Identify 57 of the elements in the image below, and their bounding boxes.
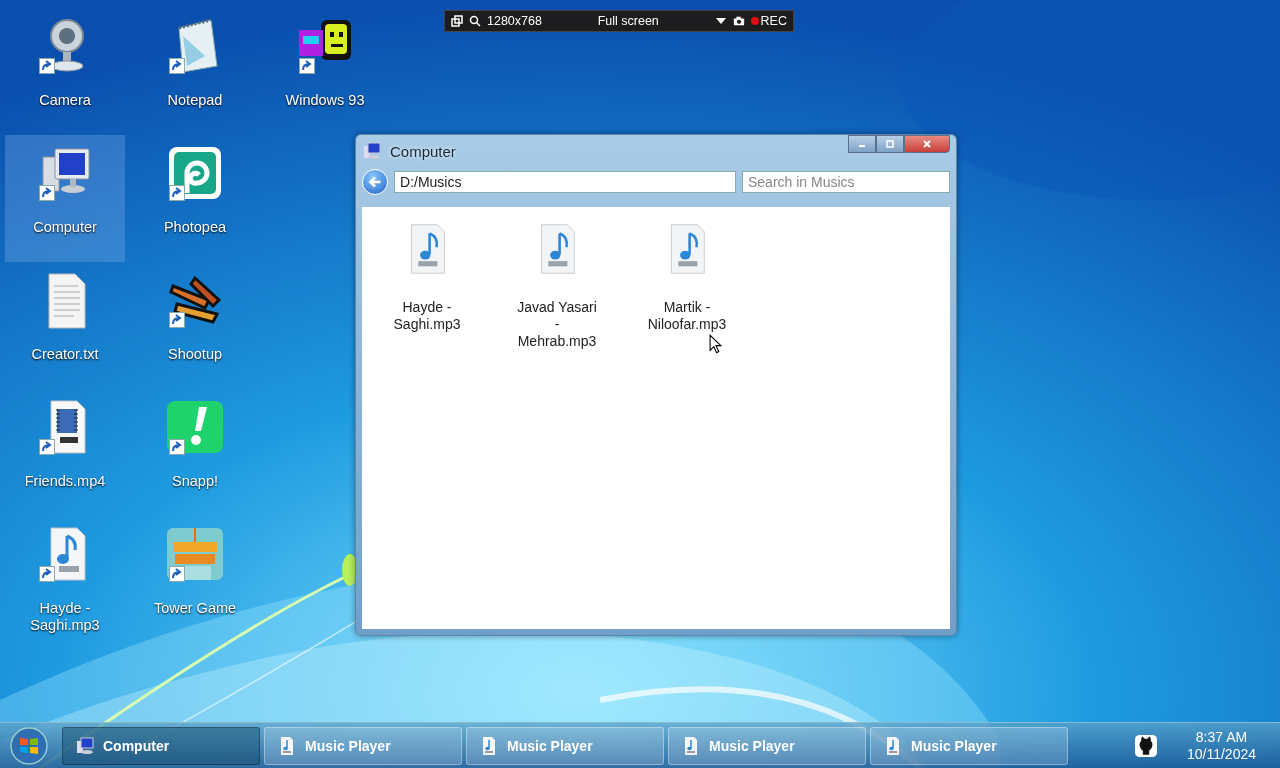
desktop-icon[interactable]: Windows 93 [265,8,385,135]
file-name: Martik - Niloofar.mp3 [646,299,728,333]
resolution-text: 1280x768 [487,14,542,28]
address-field[interactable]: D:/Musics [394,171,736,193]
mouse-cursor-icon [709,334,722,354]
close-icon [922,139,932,149]
clock-time: 8:37 AM [1195,728,1248,746]
file-name: Javad Yasari - Mehrab.mp3 [516,299,598,350]
desktop-icon[interactable]: Creator.txt [5,262,125,389]
icon-label: Shootup [167,346,223,363]
github-icon[interactable] [1134,734,1157,757]
desktop-icon[interactable]: Notepad [135,8,255,135]
icon-label: Notepad [166,92,224,109]
desktop-icon[interactable]: Tower Game [135,516,255,643]
taskbar-button[interactable]: Music Player [870,726,1068,765]
desktop-icon[interactable]: Friends.mp4 [5,389,125,516]
file-item[interactable]: Javad Yasari - Mehrab.mp3 [492,223,622,350]
close-button[interactable] [904,135,950,153]
taskbar-button[interactable]: Music Player [264,726,462,765]
computer-icon [75,735,95,756]
icon-label: Computer [32,219,98,236]
desktop-icon[interactable]: Shootup [135,262,255,389]
icon-label: Photopea [162,219,228,236]
minimize-button[interactable] [848,135,876,153]
search-field[interactable]: Search in Musics [742,171,950,193]
icon-label: Friends.mp4 [23,473,107,490]
taskbar-button[interactable]: Computer [62,726,260,765]
icon-label: Camera [38,92,92,109]
icon-label: Snapp! [171,473,219,490]
windows-icon[interactable] [451,15,463,27]
desktop-icon[interactable]: Computer [5,135,125,262]
clock[interactable]: 8:37 AM 10/11/2024 [1186,728,1256,763]
desktop-icon[interactable]: Photopea [135,135,255,262]
clock-date: 10/11/2024 [1186,745,1256,763]
record-button[interactable]: REC [760,14,787,28]
desktop-icon[interactable]: Hayde - Saghi.mp3 [5,516,125,643]
taskbar-button[interactable]: Music Player [466,726,664,765]
icon-label: Creator.txt [30,346,100,363]
start-orb-icon [9,725,49,766]
capture-mode[interactable]: Full screen [597,14,659,28]
search-icon[interactable] [469,15,481,27]
file-item[interactable]: Hayde - Saghi.mp3 [362,223,492,333]
back-button[interactable] [362,169,388,195]
desktop-icon[interactable]: Camera [5,8,125,135]
maximize-button[interactable] [876,135,904,153]
icon-label: Windows 93 [284,92,366,109]
computer-icon [362,141,382,161]
taskbar-button[interactable]: Music Player [668,726,866,765]
desktop-icon[interactable]: Snapp! [135,389,255,516]
file-item[interactable]: Martik - Niloofar.mp3 [622,223,752,333]
icon-label: Hayde - Saghi.mp3 [29,600,101,634]
window-title: Computer [390,142,456,160]
maximize-icon [885,139,895,149]
record-dot-icon [750,17,759,25]
camera-icon[interactable] [732,15,745,27]
icon-label: Tower Game [152,600,238,617]
file-name: Hayde - Saghi.mp3 [392,299,462,333]
